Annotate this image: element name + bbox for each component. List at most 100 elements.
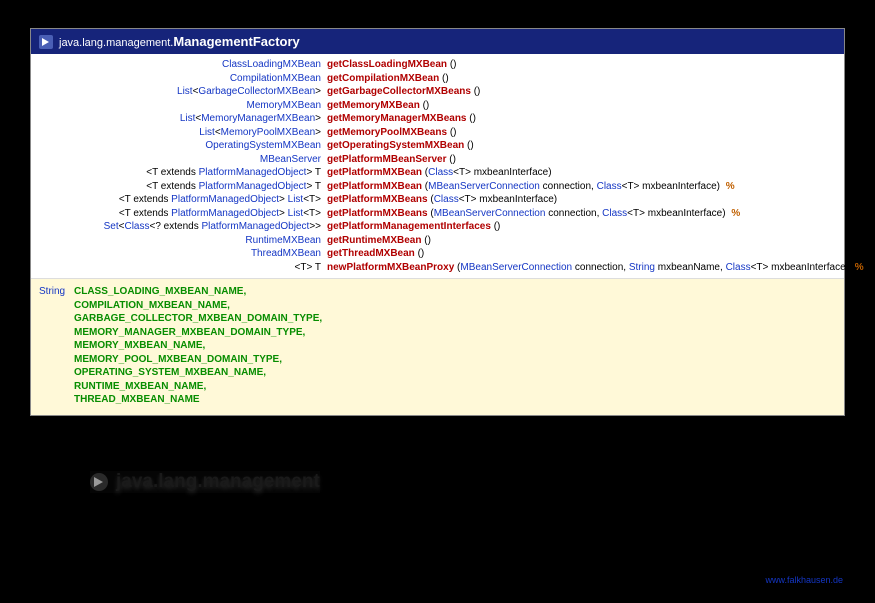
constant-name[interactable]: COMPILATION_MXBEAN_NAME, bbox=[74, 299, 230, 313]
type-link[interactable]: ClassLoadingMXBean bbox=[222, 59, 321, 70]
constant-type: String bbox=[39, 285, 74, 299]
method-name[interactable]: getMemoryPoolMXBeans bbox=[327, 127, 447, 138]
return-type: MemoryMXBean bbox=[37, 99, 327, 113]
text: <T> mxbeanInterface) bbox=[622, 181, 723, 192]
method-name[interactable]: getGarbageCollectorMXBeans bbox=[327, 86, 471, 97]
constant-name[interactable]: MEMORY_POOL_MXBEAN_DOMAIN_TYPE, bbox=[74, 353, 282, 367]
method-row: CompilationMXBeangetCompilationMXBean () bbox=[37, 72, 838, 86]
constant-type bbox=[39, 339, 74, 353]
return-type: ClassLoadingMXBean bbox=[37, 58, 327, 72]
class-name: ManagementFactory bbox=[173, 34, 299, 49]
type-link[interactable]: ThreadMXBean bbox=[251, 248, 321, 259]
type-link[interactable]: PlatformManagedObject bbox=[199, 181, 307, 192]
constant-row: THREAD_MXBEAN_NAME bbox=[39, 393, 836, 407]
method-signature: getPlatformMXBeans (MBeanServerConnectio… bbox=[327, 207, 838, 221]
method-name[interactable]: getCompilationMXBean bbox=[327, 73, 439, 84]
constant-type bbox=[39, 312, 74, 326]
diagram-title: java.lang.management bbox=[90, 471, 320, 493]
type-link[interactable]: List bbox=[180, 113, 196, 124]
type-link[interactable]: PlatformManagedObject bbox=[201, 221, 309, 232]
type-link[interactable]: MemoryMXBean bbox=[247, 100, 321, 111]
type-link[interactable]: Class bbox=[726, 262, 751, 273]
text: > bbox=[279, 194, 288, 205]
constant-name[interactable]: THREAD_MXBEAN_NAME bbox=[74, 393, 200, 407]
type-link[interactable]: Set bbox=[104, 221, 119, 232]
method-name[interactable]: getMemoryManagerMXBeans bbox=[327, 113, 466, 124]
method-name[interactable]: getOperatingSystemMXBean bbox=[327, 140, 464, 151]
method-name[interactable]: getPlatformManagementInterfaces bbox=[327, 221, 491, 232]
type-link[interactable]: PlatformManagedObject bbox=[171, 208, 279, 219]
type-link[interactable]: List bbox=[288, 194, 304, 205]
method-row: <T extends PlatformManagedObject> T getPl… bbox=[37, 166, 838, 180]
method-row: RuntimeMXBeangetRuntimeMXBean () bbox=[37, 234, 838, 248]
method-name[interactable]: getPlatformMBeanServer bbox=[327, 154, 446, 165]
class-diagram-card: java.lang.management.ManagementFactory C… bbox=[30, 28, 845, 416]
type-link[interactable]: CompilationMXBean bbox=[230, 73, 321, 84]
type-link[interactable]: RuntimeMXBean bbox=[245, 235, 321, 246]
return-type: <T extends PlatformManagedObject> List<T… bbox=[37, 207, 327, 221]
constant-row: GARBAGE_COLLECTOR_MXBEAN_DOMAIN_TYPE, bbox=[39, 312, 836, 326]
text: <? extends bbox=[149, 221, 201, 232]
constant-name[interactable]: GARBAGE_COLLECTOR_MXBEAN_DOMAIN_TYPE, bbox=[74, 312, 322, 326]
text: connection, bbox=[540, 181, 597, 192]
return-type: OperatingSystemMXBean bbox=[37, 139, 327, 153]
type-link[interactable]: MemoryPoolMXBean bbox=[221, 127, 315, 138]
constant-row: COMPILATION_MXBEAN_NAME, bbox=[39, 299, 836, 313]
type-link[interactable]: Class bbox=[428, 167, 453, 178]
constant-name[interactable]: RUNTIME_MXBEAN_NAME, bbox=[74, 380, 206, 394]
type-link[interactable]: List bbox=[288, 208, 304, 219]
constant-type bbox=[39, 299, 74, 313]
text: <T> T bbox=[295, 262, 322, 273]
method-name[interactable]: getRuntimeMXBean bbox=[327, 235, 421, 246]
method-signature: getThreadMXBean () bbox=[327, 247, 838, 261]
credit-link[interactable]: www.falkhausen.de bbox=[765, 575, 843, 585]
type-link[interactable]: PlatformManagedObject bbox=[171, 194, 279, 205]
type-link[interactable]: Class bbox=[434, 194, 459, 205]
type-link[interactable]: MBeanServerConnection bbox=[428, 181, 540, 192]
text: <T extends bbox=[119, 194, 171, 205]
type-link[interactable]: MemoryManagerMXBean bbox=[201, 113, 315, 124]
method-name[interactable]: getPlatformMXBeans bbox=[327, 194, 428, 205]
type-link[interactable]: PlatformManagedObject bbox=[199, 167, 307, 178]
constant-name[interactable]: CLASS_LOADING_MXBEAN_NAME, bbox=[74, 285, 246, 299]
method-name[interactable]: getThreadMXBean bbox=[327, 248, 415, 259]
type-link[interactable]: GarbageCollectorMXBean bbox=[198, 86, 315, 97]
type-link[interactable]: Class bbox=[597, 181, 622, 192]
method-name[interactable]: getClassLoadingMXBean bbox=[327, 59, 447, 70]
method-name[interactable]: getMemoryMXBean bbox=[327, 100, 420, 111]
method-name[interactable]: getPlatformMXBean bbox=[327, 181, 422, 192]
text: <T extends bbox=[146, 167, 198, 178]
method-name[interactable]: newPlatformMXBeanProxy bbox=[327, 262, 454, 273]
type-link[interactable]: OperatingSystemMXBean bbox=[205, 140, 321, 151]
methods-section: ClassLoadingMXBeangetClassLoadingMXBean … bbox=[31, 54, 844, 278]
text: > bbox=[279, 208, 288, 219]
text: connection, bbox=[572, 262, 629, 273]
return-type: CompilationMXBean bbox=[37, 72, 327, 86]
constant-name[interactable]: OPERATING_SYSTEM_MXBEAN_NAME, bbox=[74, 366, 266, 380]
return-type: List<GarbageCollectorMXBean> bbox=[37, 85, 327, 99]
method-name[interactable]: getPlatformMXBeans bbox=[327, 208, 428, 219]
package-name: java.lang.management. bbox=[59, 37, 173, 49]
type-link[interactable]: List bbox=[199, 127, 215, 138]
type-link[interactable]: Class bbox=[602, 208, 627, 219]
constant-name[interactable]: MEMORY_MXBEAN_NAME, bbox=[74, 339, 205, 353]
throws-marker-icon: % bbox=[728, 208, 740, 219]
text: > T bbox=[306, 167, 321, 178]
type-link[interactable]: List bbox=[177, 86, 193, 97]
type-link[interactable]: String bbox=[629, 262, 655, 273]
type-link[interactable]: MBeanServerConnection bbox=[460, 262, 572, 273]
type-link[interactable]: MBeanServer bbox=[260, 154, 321, 165]
method-signature: getPlatformMXBean (MBeanServerConnection… bbox=[327, 180, 838, 194]
method-row: MemoryMXBeangetMemoryMXBean () bbox=[37, 99, 838, 113]
constant-name[interactable]: MEMORY_MANAGER_MXBEAN_DOMAIN_TYPE, bbox=[74, 326, 305, 340]
return-type: Set<Class<? extends PlatformManagedObjec… bbox=[37, 220, 327, 234]
package-icon bbox=[90, 473, 108, 491]
method-name[interactable]: getPlatformMXBean bbox=[327, 167, 422, 178]
constant-row: MEMORY_POOL_MXBEAN_DOMAIN_TYPE, bbox=[39, 353, 836, 367]
text: > bbox=[315, 113, 321, 124]
throws-marker-icon: % bbox=[723, 181, 735, 192]
method-signature: newPlatformMXBeanProxy (MBeanServerConne… bbox=[327, 261, 864, 275]
text: <T> mxbeanInterface) bbox=[627, 208, 728, 219]
type-link[interactable]: Class bbox=[124, 221, 149, 232]
type-link[interactable]: MBeanServerConnection bbox=[434, 208, 546, 219]
